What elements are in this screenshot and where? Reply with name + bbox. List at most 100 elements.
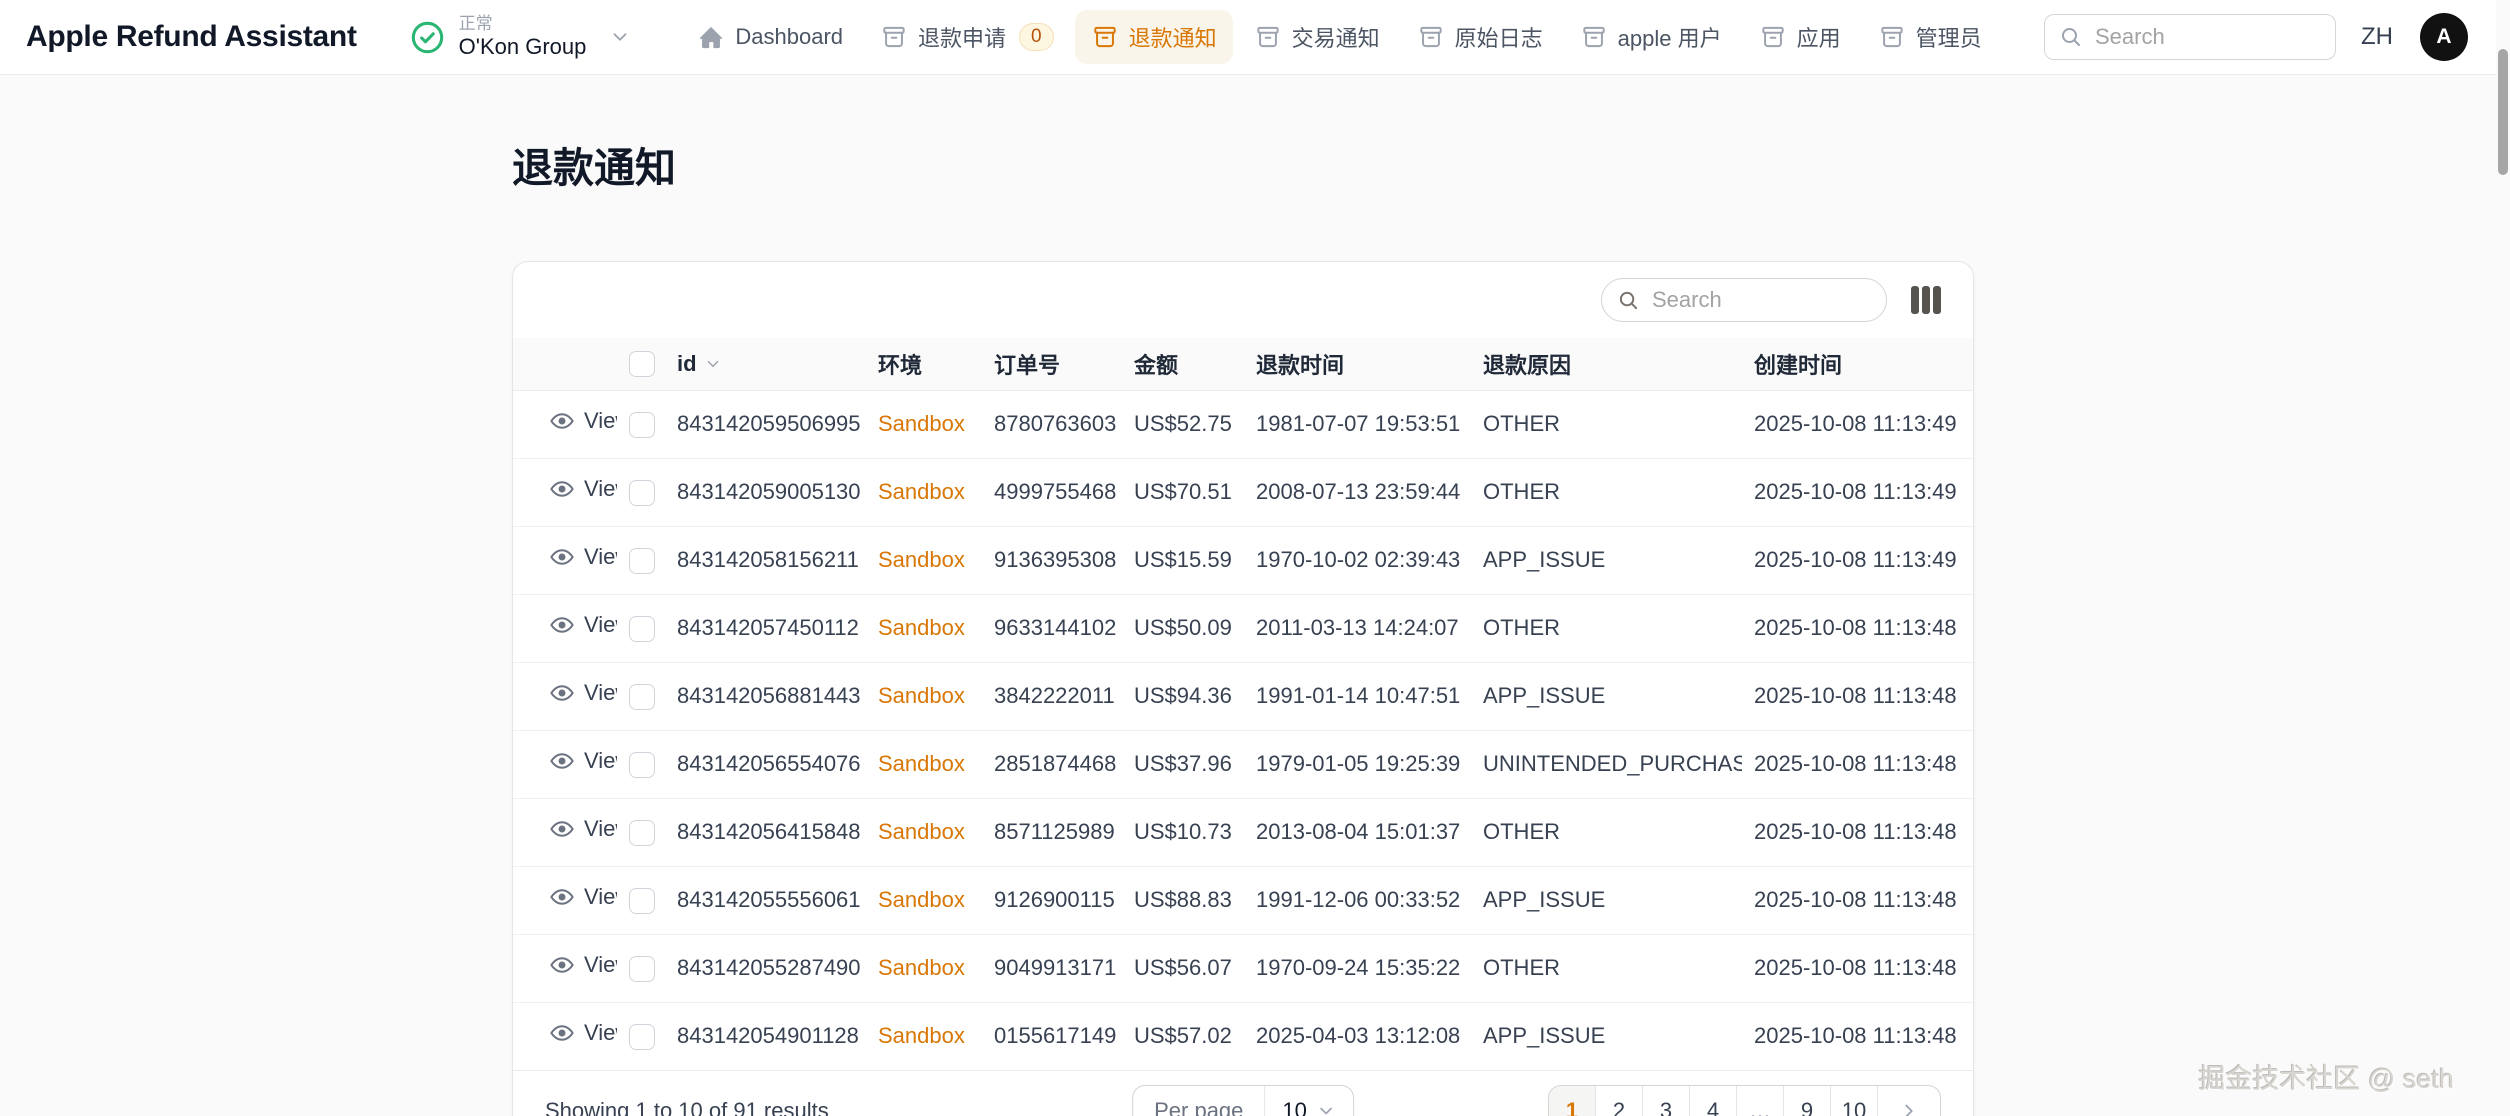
page-title: 退款通知 [512, 102, 1974, 233]
cell-amount: US$10.73 [1122, 798, 1244, 866]
next-page-button[interactable] [1878, 1086, 1940, 1116]
row-checkbox[interactable] [629, 480, 655, 506]
nav-item-transaction-notifications[interactable]: 交易通知 [1238, 10, 1396, 64]
row-checkbox[interactable] [629, 888, 655, 914]
nav-item-apps[interactable]: 应用 [1743, 10, 1857, 64]
cell-reason: OTHER [1471, 798, 1742, 866]
global-search[interactable] [2044, 14, 2336, 60]
table-row: View 843142059506995 Sandbox 8780763603 … [513, 390, 1973, 458]
cell-env: Sandbox [866, 458, 982, 526]
row-checkbox[interactable] [629, 412, 655, 438]
eye-icon [549, 1020, 575, 1046]
col-header-env: 环境 [866, 338, 982, 390]
cell-reason: APP_ISSUE [1471, 662, 1742, 730]
table-row: View 843142057450112 Sandbox 9633144102 … [513, 594, 1973, 662]
view-button[interactable]: View [549, 952, 617, 978]
page-button-10[interactable]: 10 [1831, 1086, 1878, 1116]
tenant-switcher[interactable]: 正常 O'Kon Group [409, 14, 632, 61]
nav-item-dashboard[interactable]: Dashboard [681, 12, 859, 62]
cell-env: Sandbox [866, 390, 982, 458]
eye-icon [549, 884, 575, 910]
global-search-input[interactable] [2093, 23, 2321, 51]
scrollbar [2496, 0, 2510, 1116]
view-button[interactable]: View [549, 476, 617, 502]
col-header-refund-time: 退款时间 [1244, 338, 1471, 390]
page-ellipsis: … [1737, 1086, 1784, 1116]
cell-amount: US$37.96 [1122, 730, 1244, 798]
select-all-checkbox[interactable] [629, 351, 655, 377]
eye-icon [549, 748, 575, 774]
avatar[interactable]: A [2420, 13, 2468, 61]
table-search[interactable] [1601, 278, 1887, 322]
page-button-1[interactable]: 1 [1549, 1086, 1596, 1116]
scrollbar-thumb[interactable] [2498, 49, 2508, 175]
archive-box-icon [1580, 23, 1608, 51]
view-button[interactable]: View [549, 748, 617, 774]
table-row: View 843142056881443 Sandbox 3842222011 … [513, 662, 1973, 730]
cell-order-no: 2851874468 [982, 730, 1122, 798]
toggle-columns-button[interactable] [1911, 285, 1941, 315]
cell-reason: UNINTENDED_PURCHASE [1471, 730, 1742, 798]
nav-item-admins[interactable]: 管理员 [1862, 10, 1998, 64]
top-nav: Dashboard 退款申请 0 退款通知 交易通知 原始日志 apple 用户… [681, 10, 1997, 64]
page-button-2[interactable]: 2 [1596, 1086, 1643, 1116]
page-button-3[interactable]: 3 [1643, 1086, 1690, 1116]
table-row: View 843142059005130 Sandbox 4999755468 … [513, 458, 1973, 526]
watermark: 掘金技术社区 @ seth [2199, 1057, 2454, 1096]
refund-notifications-table: id 环境 订单号 金额 退款时间 退款原因 创建时间 V [513, 338, 1973, 1070]
cell-refund-time: 2013-08-04 15:01:37 [1244, 798, 1471, 866]
app-title: Apple Refund Assistant [26, 20, 357, 54]
table-search-input[interactable] [1650, 286, 1871, 314]
cell-reason: APP_ISSUE [1471, 866, 1742, 934]
cell-amount: US$52.75 [1122, 390, 1244, 458]
view-button[interactable]: View [549, 612, 617, 638]
row-checkbox[interactable] [629, 548, 655, 574]
view-button[interactable]: View [549, 884, 617, 910]
row-checkbox[interactable] [629, 956, 655, 982]
cell-created-at: 2025-10-08 11:13:48 [1742, 730, 1973, 798]
cell-amount: US$15.59 [1122, 526, 1244, 594]
cell-env: Sandbox [866, 594, 982, 662]
col-header-view [513, 338, 617, 390]
per-page-select[interactable]: 10 [1265, 1086, 1352, 1116]
per-page-label: Per page [1133, 1086, 1265, 1116]
cell-id: 843142056415848 [665, 798, 866, 866]
eye-icon [549, 612, 575, 638]
col-header-select [617, 338, 665, 390]
row-checkbox[interactable] [629, 684, 655, 710]
nav-badge: 0 [1019, 23, 1054, 51]
view-button[interactable]: View [549, 408, 617, 434]
page-button-4[interactable]: 4 [1690, 1086, 1737, 1116]
cell-id: 843142059005130 [665, 458, 866, 526]
row-checkbox[interactable] [629, 820, 655, 846]
nav-item-raw-logs[interactable]: 原始日志 [1401, 10, 1559, 64]
cell-refund-time: 2011-03-13 14:24:07 [1244, 594, 1471, 662]
sort-chevron-icon [704, 355, 722, 373]
locale-switcher[interactable]: ZH [2361, 23, 2393, 51]
nav-item-refund-notifications[interactable]: 退款通知 [1075, 10, 1233, 64]
topbar: Apple Refund Assistant 正常 O'Kon Group Da… [0, 0, 2510, 75]
cell-order-no: 3842222011 [982, 662, 1122, 730]
page-button-9[interactable]: 9 [1784, 1086, 1831, 1116]
chevron-down-icon [1316, 1101, 1336, 1116]
view-button[interactable]: View [549, 680, 617, 706]
chevron-down-icon [609, 26, 631, 48]
cell-env: Sandbox [866, 1002, 982, 1070]
view-button[interactable]: View [549, 1020, 617, 1046]
view-button[interactable]: View [549, 544, 617, 570]
eye-icon [549, 408, 575, 434]
chevron-right-icon [1898, 1100, 1920, 1116]
nav-item-apple-users[interactable]: apple 用户 [1564, 10, 1738, 64]
cell-refund-time: 1981-07-07 19:53:51 [1244, 390, 1471, 458]
col-header-id[interactable]: id [665, 338, 866, 390]
row-checkbox[interactable] [629, 616, 655, 642]
cell-order-no: 0155617149 [982, 1002, 1122, 1070]
eye-icon [549, 952, 575, 978]
cell-refund-time: 1970-10-02 02:39:43 [1244, 526, 1471, 594]
cell-id: 843142055556061 [665, 866, 866, 934]
check-circle-icon [409, 19, 446, 56]
nav-item-refund-requests[interactable]: 退款申请 0 [864, 10, 1070, 64]
view-button[interactable]: View [549, 816, 617, 842]
row-checkbox[interactable] [629, 752, 655, 778]
row-checkbox[interactable] [629, 1024, 655, 1050]
